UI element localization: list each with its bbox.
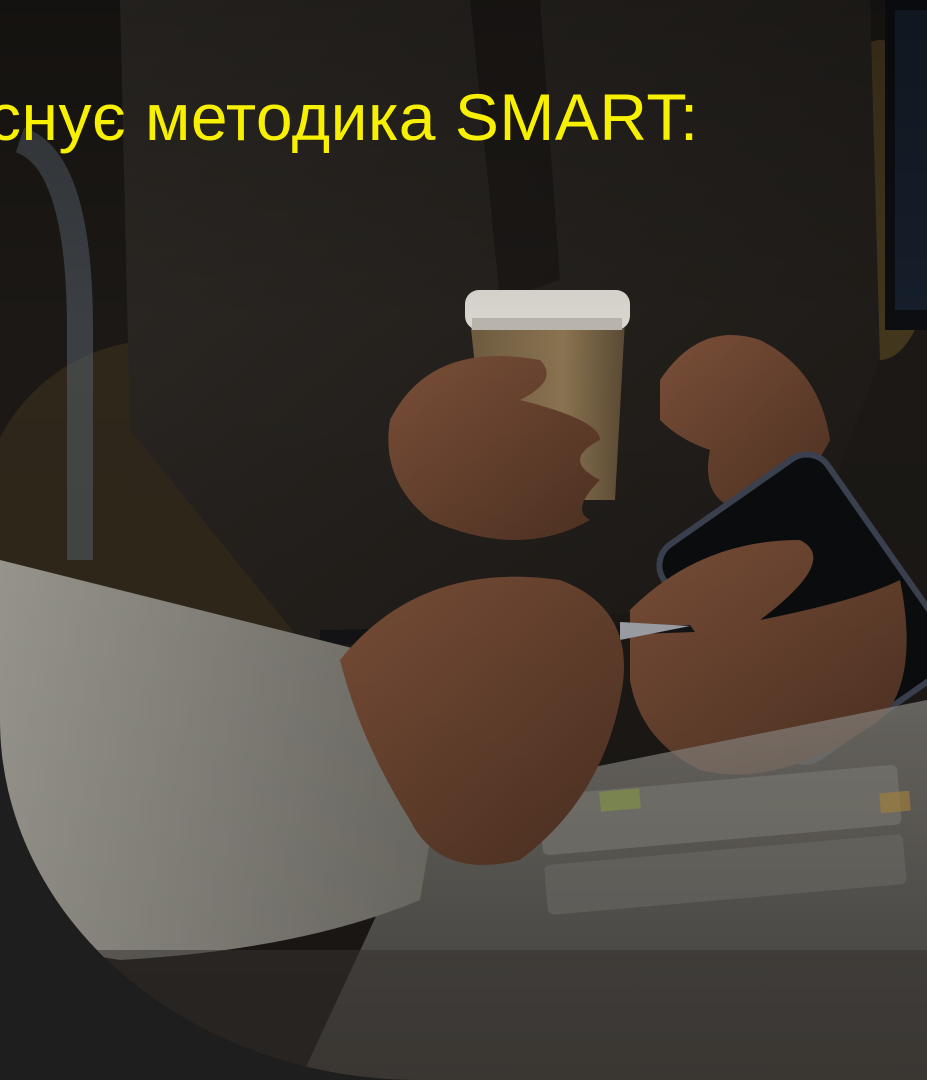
slide: снує методика SMART: (0, 0, 927, 1080)
photo-illustration (0, 0, 927, 1080)
background-photo (0, 0, 927, 1080)
slide-heading: снує методика SMART: (0, 80, 699, 154)
